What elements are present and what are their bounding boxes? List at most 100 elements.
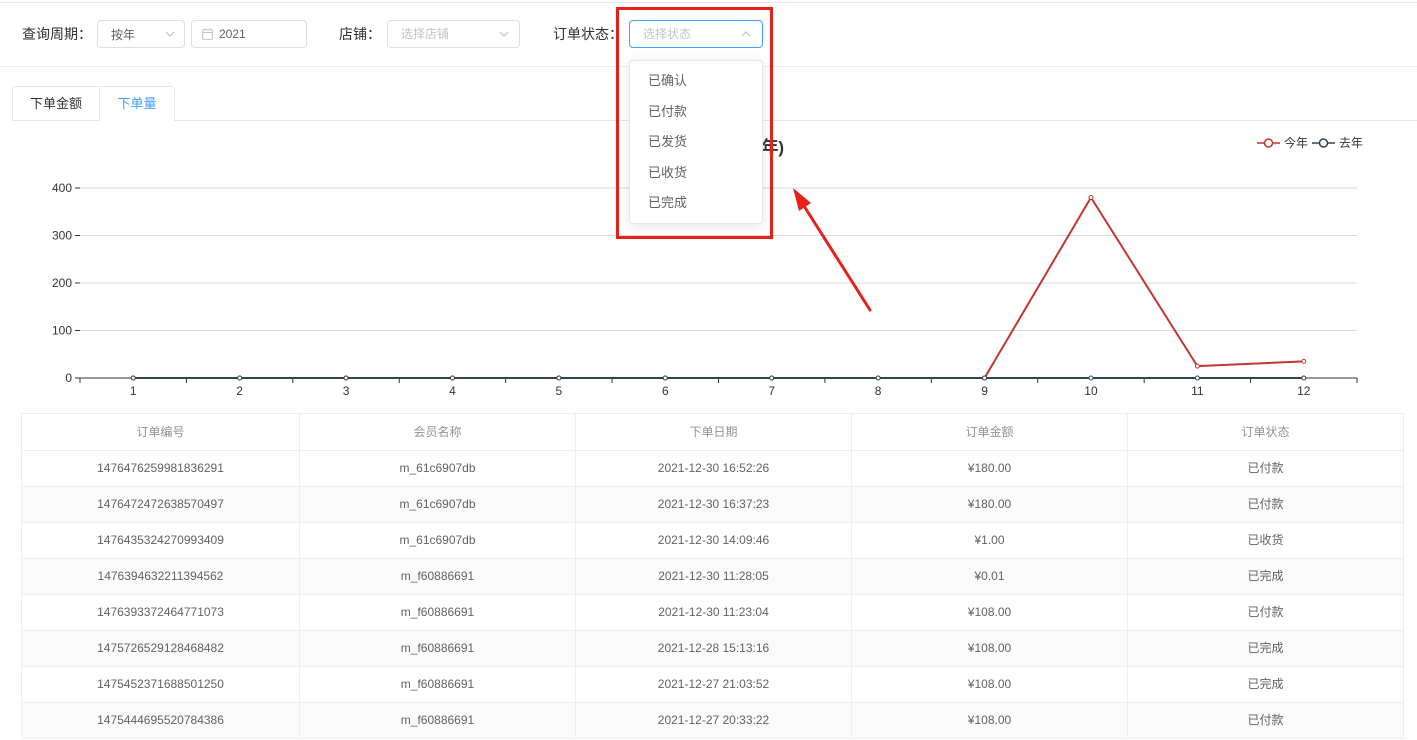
table-row: 1475726529128468482 m_f60886691 2021-12-28… <box>22 631 1404 667</box>
series-0-point <box>1301 358 1307 364</box>
series-1-point <box>1301 375 1307 381</box>
orders-table: 订单编号 会员名称 下单日期 订单金额 订单状态 1476476259981836291 m… <box>21 413 1404 739</box>
x-tick-label: 9 <box>981 384 988 398</box>
table-row: 1475444695520784386 m_f60886691 2021-12-27… <box>22 703 1404 739</box>
legend-circle-icon <box>1318 138 1329 148</box>
order-date-cell: 2021-12-30 11:28:05 <box>576 559 852 595</box>
order-amount-cell: ¥108.00 <box>852 667 1128 703</box>
status-option-paid[interactable]: 已付款 <box>630 97 762 128</box>
x-tick-label: 4 <box>449 384 456 398</box>
top-border <box>0 2 1417 3</box>
order-amount-cell: ¥0.01 <box>852 559 1128 595</box>
x-tick-label: 7 <box>768 384 775 398</box>
order-id-cell: 1475444695520784386 <box>22 703 300 739</box>
tab-order-amount[interactable]: 下单金额 <box>12 86 99 120</box>
table-row: 1476394632211394562 m_f60886691 2021-12-30… <box>22 559 1404 595</box>
status-option-received[interactable]: 已收货 <box>630 158 762 189</box>
y-tick-label: 200 <box>52 276 72 290</box>
chevron-up-icon <box>741 31 751 37</box>
x-tick-label: 2 <box>236 384 243 398</box>
chart-title: 年) <box>761 137 784 157</box>
order-date-cell: 2021-12-30 11:23:04 <box>576 595 852 631</box>
series-0-point <box>1088 195 1094 200</box>
order-status-header: 订单状态 <box>1128 414 1404 451</box>
order-date-cell: 2021-12-28 15:13:16 <box>576 631 852 667</box>
status-option-shipped[interactable]: 已发货 <box>630 127 762 158</box>
y-tick-label: 100 <box>52 324 72 338</box>
order-status-cell: 已付款 <box>1128 487 1404 523</box>
member-name-header: 会员名称 <box>300 414 576 451</box>
legend-label: 去年 <box>1339 136 1363 150</box>
order-amount-cell: ¥108.00 <box>852 703 1128 739</box>
series-1-point <box>1194 375 1200 381</box>
order-date-cell: 2021-12-27 20:33:22 <box>576 703 852 739</box>
series-1-point <box>343 375 349 381</box>
order-status-cell: 已收货 <box>1128 523 1404 559</box>
y-tick-label: 300 <box>52 229 72 243</box>
member-name-cell: m_f60886691 <box>300 631 576 667</box>
series-1-point <box>237 375 243 381</box>
table-row: 1476476259981836291 m_61c6907db 2021-12-30… <box>22 451 1404 487</box>
x-tick-label: 5 <box>556 384 563 398</box>
series-1-point <box>1088 375 1094 381</box>
x-tick-label: 10 <box>1084 384 1098 398</box>
order-id-cell: 1475452371688501250 <box>22 667 300 703</box>
table-row: 1476435324270993409 m_61c6907db 2021-12-30… <box>22 523 1404 559</box>
shop-select[interactable] <box>387 20 520 48</box>
status-option-completed[interactable]: 已完成 <box>630 188 762 219</box>
tab-order-count[interactable]: 下单量 <box>99 86 175 121</box>
member-name-cell: m_61c6907db <box>300 451 576 487</box>
table-row: 1476393372464771073 m_f60886691 2021-12-30… <box>22 595 1404 631</box>
order-status-cell: 已付款 <box>1128 703 1404 739</box>
member-name-cell: m_61c6907db <box>300 487 576 523</box>
series-1-point <box>449 375 455 381</box>
status-label: 订单状态： <box>553 26 623 42</box>
order-status-cell: 已付款 <box>1128 451 1404 487</box>
order-id-cell: 1476394632211394562 <box>22 559 300 595</box>
order-amount-cell: ¥108.00 <box>852 631 1128 667</box>
year-picker[interactable] <box>191 20 307 48</box>
year-input[interactable] <box>192 21 306 47</box>
series-1-point <box>875 375 881 381</box>
series-1-point <box>662 375 668 381</box>
period-label: 查询周期： <box>22 26 92 42</box>
order-id-cell: 1476393372464771073 <box>22 595 300 631</box>
order-id-header: 订单编号 <box>22 414 300 451</box>
order-date-header: 下单日期 <box>576 414 852 451</box>
member-name-cell: m_f60886691 <box>300 559 576 595</box>
status-select[interactable] <box>629 20 763 48</box>
y-tick-label: 0 <box>65 371 72 385</box>
order-amount-cell: ¥180.00 <box>852 487 1128 523</box>
x-tick-label: 1 <box>130 384 137 398</box>
order-status-cell: 已完成 <box>1128 559 1404 595</box>
x-tick-label: 11 <box>1191 384 1204 398</box>
order-amount-cell: ¥180.00 <box>852 451 1128 487</box>
x-tick-label: 8 <box>875 384 882 398</box>
legend-circle-icon <box>1263 138 1274 148</box>
x-tick-label: 12 <box>1297 384 1311 398</box>
status-dropdown: 已确认 已付款 已发货 已收货 已完成 <box>629 60 763 224</box>
order-date-cell: 2021-12-30 16:37:23 <box>576 487 852 523</box>
x-tick-label: 3 <box>343 384 350 398</box>
member-name-cell: m_f60886691 <box>300 667 576 703</box>
chevron-down-icon <box>499 31 509 37</box>
order-date-cell: 2021-12-30 14:09:46 <box>576 523 852 559</box>
order-date-cell: 2021-12-27 21:03:52 <box>576 667 852 703</box>
order-status-cell: 已完成 <box>1128 631 1404 667</box>
series-1-point <box>130 375 136 381</box>
order-id-cell: 1476472472638570497 <box>22 487 300 523</box>
series-0-line <box>133 196 1304 379</box>
status-option-confirmed[interactable]: 已确认 <box>630 66 762 97</box>
series-1-point <box>556 375 562 381</box>
order-id-cell: 1476435324270993409 <box>22 523 300 559</box>
order-status-cell: 已付款 <box>1128 595 1404 631</box>
member-name-cell: m_f60886691 <box>300 703 576 739</box>
series-1-point <box>769 375 775 381</box>
order-amount-cell: ¥108.00 <box>852 595 1128 631</box>
order-id-cell: 1476476259981836291 <box>22 451 300 487</box>
order-amount-cell: ¥1.00 <box>852 523 1128 559</box>
series-1-point <box>982 375 988 381</box>
member-name-cell: m_61c6907db <box>300 523 576 559</box>
period-select[interactable] <box>97 20 185 48</box>
order-id-cell: 1475726529128468482 <box>22 631 300 667</box>
